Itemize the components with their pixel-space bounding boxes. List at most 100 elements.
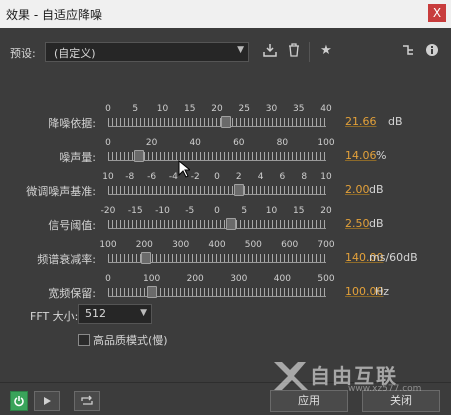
tick-label: 0 xyxy=(105,138,111,148)
param-unit: dB xyxy=(388,115,403,128)
loop-button[interactable] xyxy=(74,391,100,411)
tick-label: 100 xyxy=(99,240,117,250)
tick-label: 10 xyxy=(320,172,332,182)
param-label: 降噪依据: xyxy=(48,117,96,130)
watermark-logo-icon xyxy=(274,362,308,390)
param-label: 噪声量: xyxy=(59,151,96,164)
tick-label: 0 xyxy=(105,274,111,284)
tick-label: 35 xyxy=(293,104,305,114)
mouse-pointer-icon xyxy=(178,159,192,181)
trash-icon[interactable] xyxy=(286,43,302,59)
tick-label: 400 xyxy=(273,274,291,284)
power-toggle-button[interactable] xyxy=(10,391,28,411)
tick-label: 10 xyxy=(265,206,278,216)
slider-thumb[interactable] xyxy=(141,252,152,264)
tick-label: 40 xyxy=(189,138,201,148)
fft-size-label: FFT 大小: xyxy=(30,310,79,323)
play-button[interactable] xyxy=(34,391,60,411)
param-value[interactable]: 2.50 xyxy=(345,217,370,230)
tick-label: -4 xyxy=(168,172,178,182)
param-label: 宽频保留: xyxy=(48,287,96,300)
tick-label: 6 xyxy=(279,172,286,182)
slider-scale: 0 5 10 15 20 25 30 35 40 xyxy=(102,104,332,116)
tick-label: 300 xyxy=(230,274,248,284)
slider-track[interactable] xyxy=(108,116,326,128)
star-icon[interactable]: ★ xyxy=(318,43,334,59)
tick-label: 100 xyxy=(143,274,161,284)
tick-label: -6 xyxy=(147,172,157,182)
tick-label: -20 xyxy=(100,206,116,216)
tick-label: -2 xyxy=(190,172,200,182)
slider-scale: 10 -8 -6 -4 -2 0 2 4 6 8 10 xyxy=(102,172,332,184)
fft-size-dropdown[interactable]: 512 ▼ xyxy=(78,304,152,324)
tick-label: -15 xyxy=(127,206,143,216)
tick-label: 10 xyxy=(156,104,169,114)
param-unit: % xyxy=(376,149,387,162)
tick-label: 400 xyxy=(208,240,226,250)
tick-label: 0 xyxy=(214,206,220,216)
watermark: 自由互联 www.xz577.com xyxy=(268,356,448,396)
window-title: 效果 - 自适应降噪 xyxy=(6,8,102,22)
slider-thumb[interactable] xyxy=(233,184,244,196)
tick-label: 300 xyxy=(172,240,190,250)
effect-window: 效果 - 自适应降噪 X 预设: (自定义) ▼ ★ 降噪依据: 0 5 10 15 20… xyxy=(0,0,451,414)
tick-label: -10 xyxy=(155,206,170,216)
tick-label: 15 xyxy=(293,206,305,216)
tick-label: 500 xyxy=(317,274,335,284)
tick-label: 15 xyxy=(184,104,196,114)
fft-size-value: 512 xyxy=(85,307,106,320)
tick-label: -8 xyxy=(125,172,135,182)
close-window-button[interactable]: X xyxy=(428,4,446,22)
preset-label: 预设: xyxy=(10,47,36,60)
param-label: 信号阈值: xyxy=(48,219,96,232)
watermark-subtext: www.xz577.com xyxy=(348,384,422,394)
tick-label: 200 xyxy=(135,240,153,250)
preset-dropdown[interactable]: (自定义) ▼ xyxy=(45,42,249,62)
routing-icon[interactable] xyxy=(400,43,416,59)
slider-scale: -20 -15 -10 -5 0 5 10 15 20 xyxy=(100,206,332,218)
chevron-down-icon: ▼ xyxy=(140,308,147,318)
tick-label: 10 xyxy=(102,172,114,182)
tick-label: 0 xyxy=(105,104,111,114)
slider-scale: 100 200 300 400 500 600 700 xyxy=(99,240,334,252)
high-quality-checkbox[interactable] xyxy=(78,334,90,346)
tick-label: 700 xyxy=(317,240,335,250)
tick-label: 25 xyxy=(238,104,250,114)
slider-thumb[interactable] xyxy=(133,150,144,162)
slider-track[interactable] xyxy=(108,252,326,264)
slider-scale: 0 100 200 300 400 500 xyxy=(102,274,334,286)
toolbar-divider xyxy=(309,42,310,62)
param-label: 频谱衰减率: xyxy=(37,253,96,266)
tick-label: 40 xyxy=(320,104,332,114)
slider-thumb[interactable] xyxy=(221,116,232,128)
param-unit: dB xyxy=(369,183,384,196)
param-value[interactable]: 21.66 xyxy=(345,115,377,128)
high-quality-label: 高品质模式(慢) xyxy=(93,334,168,347)
tick-label: 0 xyxy=(214,172,220,182)
slider-track[interactable] xyxy=(108,218,326,230)
slider-thumb[interactable] xyxy=(225,218,236,230)
preset-row: 预设: (自定义) ▼ ★ xyxy=(0,40,451,64)
title-bar: 效果 - 自适应降噪 X xyxy=(0,0,451,28)
param-value[interactable]: 2.00 xyxy=(345,183,370,196)
tick-label: 8 xyxy=(301,172,308,182)
tick-label: 500 xyxy=(244,240,262,250)
tick-label: 4 xyxy=(257,172,264,182)
tick-label: 5 xyxy=(241,206,248,216)
tick-label: 20 xyxy=(145,138,158,148)
info-icon[interactable] xyxy=(424,43,440,59)
slider-track[interactable] xyxy=(108,286,326,298)
slider-track[interactable] xyxy=(108,150,326,162)
param-value[interactable]: 14.06 xyxy=(345,149,377,162)
param-unit: dB xyxy=(369,217,384,230)
preset-value: (自定义) xyxy=(54,47,96,60)
tick-label: 200 xyxy=(186,274,204,284)
param-unit: ms/60dB xyxy=(369,251,418,264)
download-icon[interactable] xyxy=(262,43,278,59)
slider-thumb[interactable] xyxy=(146,286,157,298)
param-label: 微调噪声基准: xyxy=(26,185,96,198)
slider-track[interactable] xyxy=(108,184,326,196)
param-unit: Hz xyxy=(375,285,390,298)
tick-label: -5 xyxy=(185,206,195,216)
tick-label: 20 xyxy=(320,206,332,216)
